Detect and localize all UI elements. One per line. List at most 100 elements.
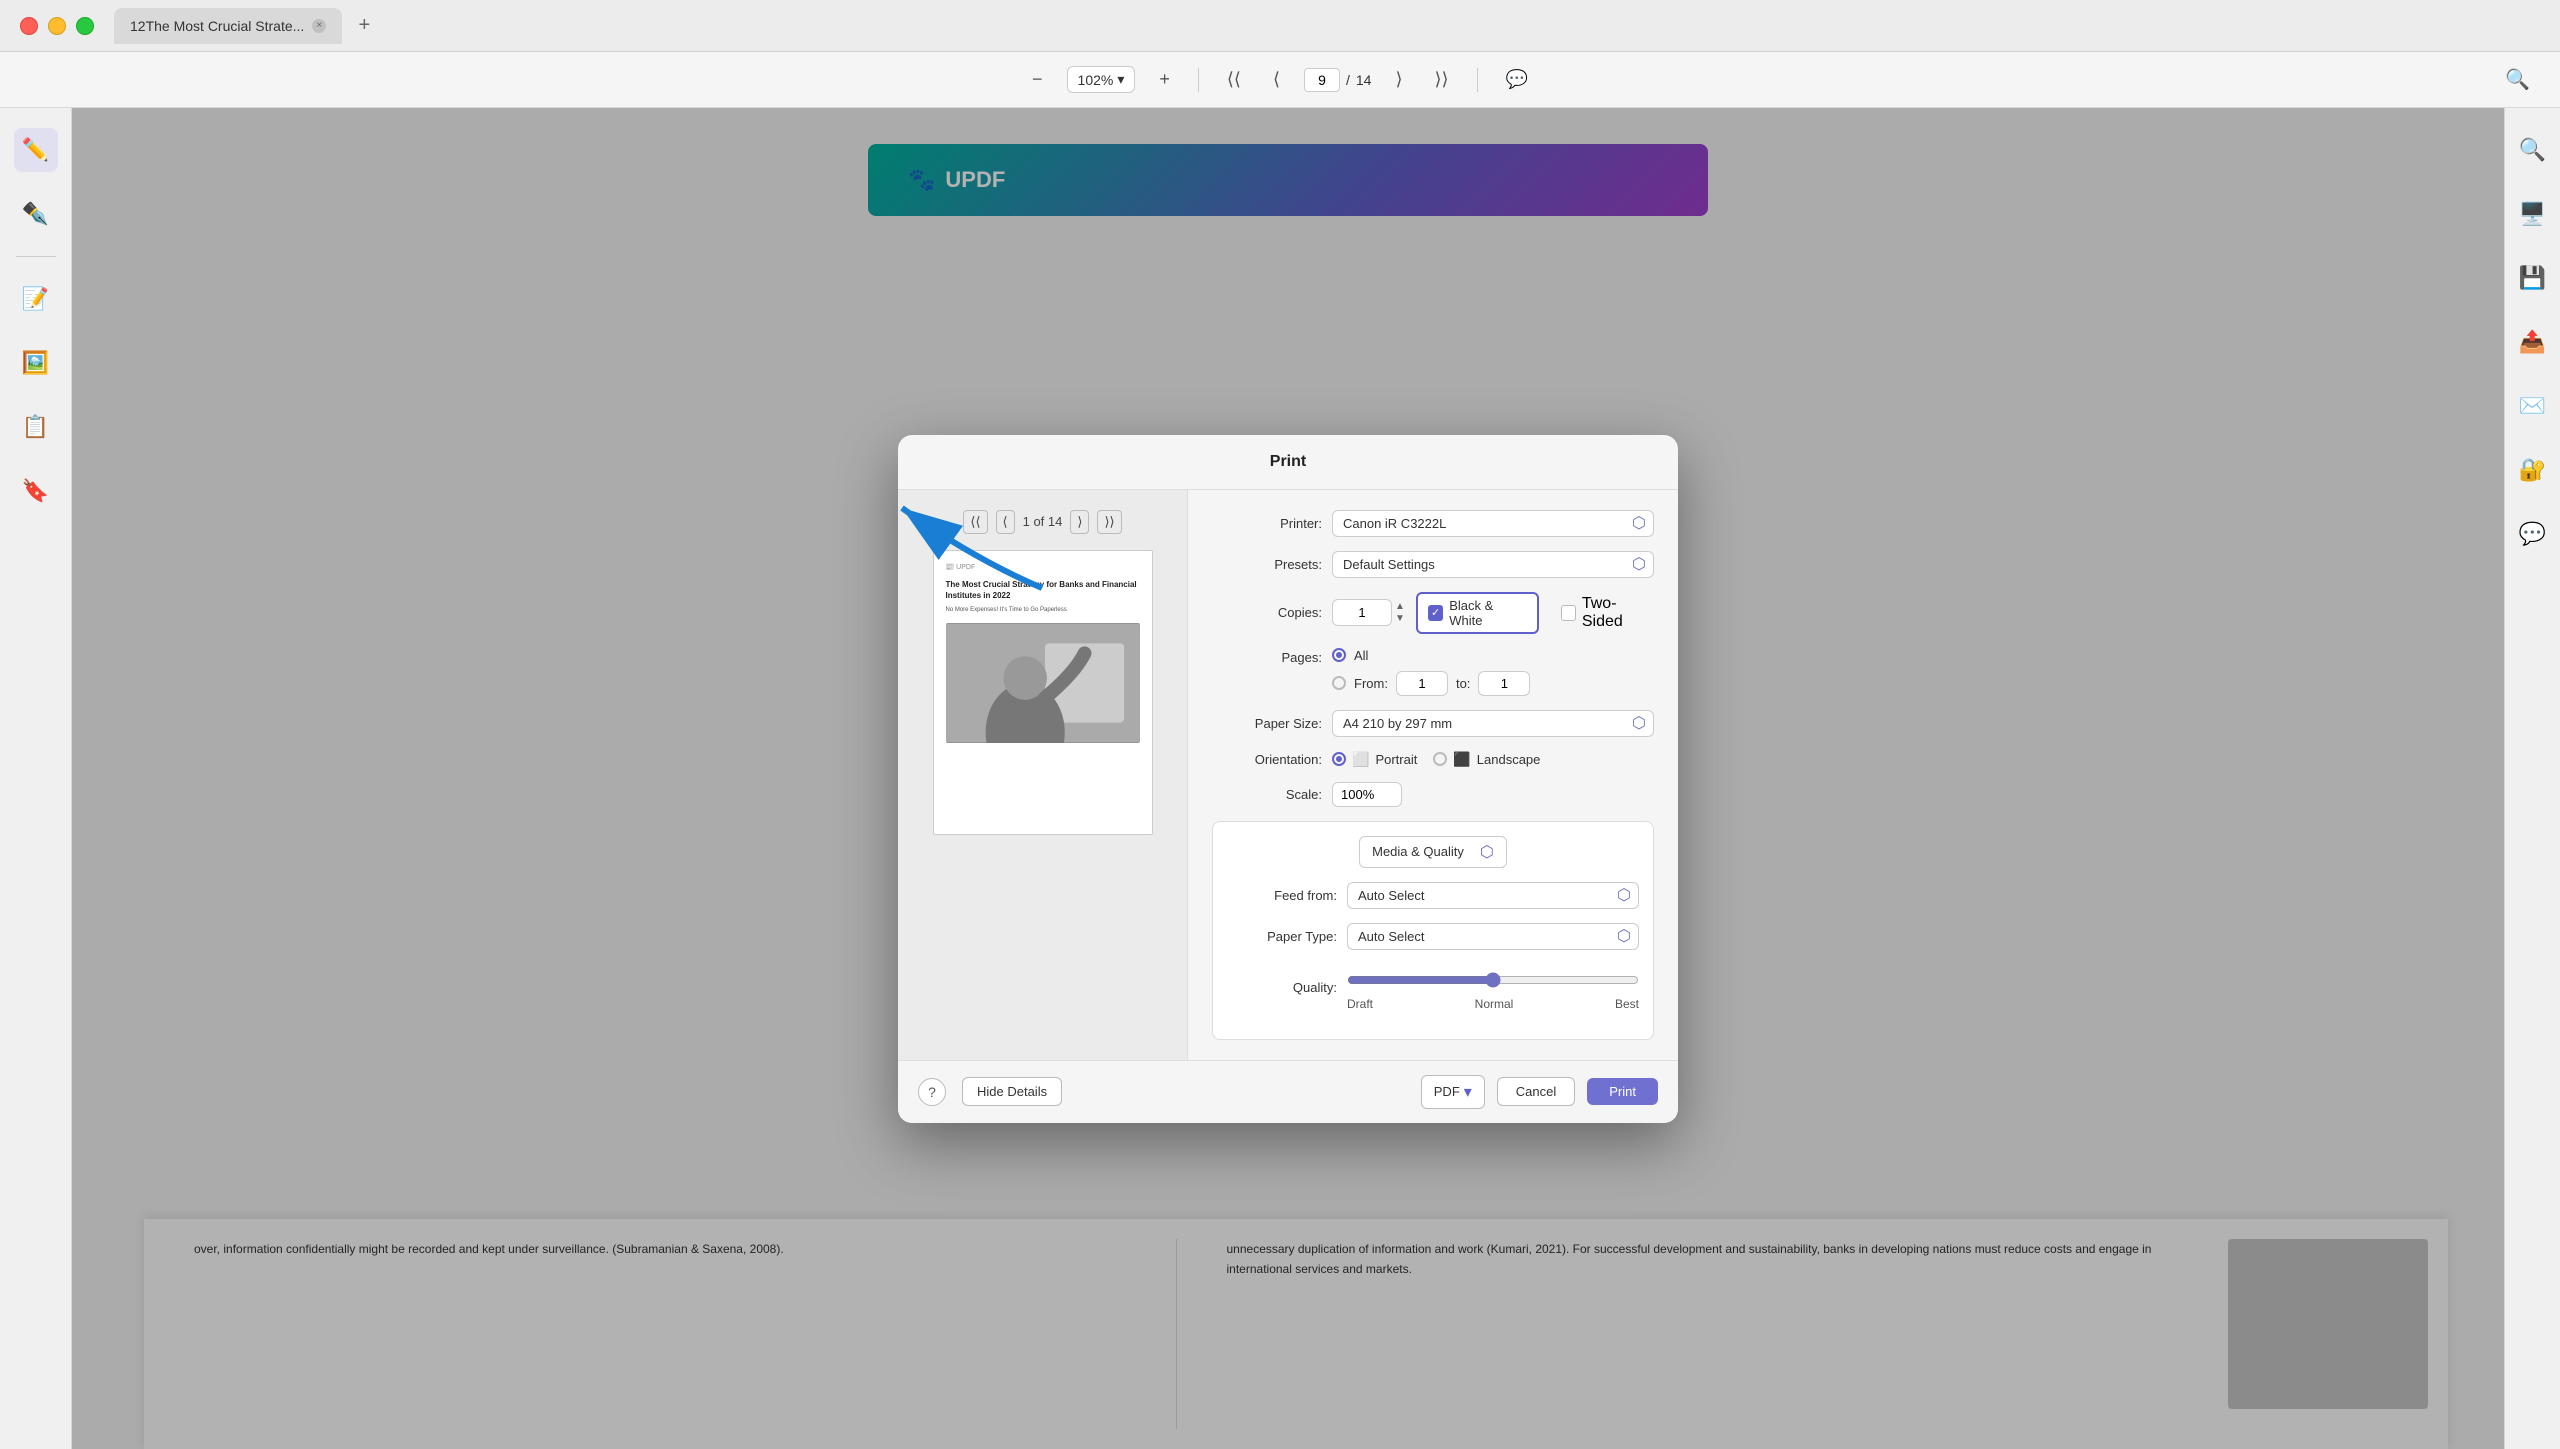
dialog-body: ⟨⟨ ⟨ 1 of 14 ⟩ ⟩⟩ 📰 UPDF The Most Crucia… [898,490,1678,1060]
right-sidebar-icon-mail[interactable]: ✉️ [2511,384,2555,428]
page-display: / 14 [1304,68,1371,92]
main-layout: ✏️ ✒️ 📝 🖼️ 📋 🔖 🐾 UPDF o [0,108,2560,1449]
range-inputs: From: to: [1354,671,1530,696]
feed-from-row: Feed from: Auto Select ⬡ [1227,882,1639,909]
tab-title: 12The Most Crucial Strate... [130,18,304,34]
sidebar-icon-pages[interactable]: 📋 [14,405,58,449]
prev-page-button[interactable]: ⟨ [1265,65,1288,94]
mq-header: Media & Quality ⬡ [1227,836,1639,868]
scale-input[interactable] [1332,782,1402,807]
new-tab-button[interactable]: + [350,12,378,40]
pages-row: Pages: All From: [1212,648,1654,696]
search-icon[interactable]: 🔍 [2505,67,2530,92]
presets-label: Presets: [1212,557,1322,572]
last-page-button[interactable]: ⟩⟩ [1426,65,1456,94]
dialog-footer: ? Hide Details PDF ▾ Cancel Print [898,1060,1678,1123]
sidebar-icon-bookmark[interactable]: 🔖 [14,469,58,513]
dialog-overlay: Print ⟨⟨ ⟨ 1 of 14 ⟩ ⟩⟩ [72,108,2504,1449]
landscape-option[interactable]: ⬛ Landscape [1433,751,1540,768]
preview-next-btn[interactable]: ⟩ [1070,510,1089,534]
paper-type-select[interactable]: Auto Select [1347,923,1639,950]
first-page-button[interactable]: ⟨⟨ [1219,65,1249,94]
from-input[interactable] [1396,671,1448,696]
portrait-radio[interactable] [1332,752,1346,766]
toolbar-divider-1 [1198,68,1199,92]
presets-select[interactable]: Default Settings [1332,551,1654,578]
print-button[interactable]: Print [1587,1078,1658,1105]
two-sided-checkbox[interactable] [1561,605,1576,621]
toolbar: − 102% ▾ + ⟨⟨ ⟨ / 14 ⟩ ⟩⟩ 💬 🔍 [0,52,2560,108]
content-area: 🐾 UPDF over, information confidentially … [72,108,2504,1449]
right-sidebar-icon-comment[interactable]: 💬 [2511,512,2555,556]
minimize-button[interactable] [48,17,66,35]
bw-label: Black & White [1449,598,1526,628]
sidebar-icon-edit[interactable]: ✏️ [14,128,58,172]
toolbar-divider-2 [1477,68,1478,92]
scale-row: Scale: [1212,782,1654,807]
sidebar-icon-annotate[interactable]: 📝 [14,277,58,321]
to-input[interactable] [1478,671,1530,696]
printer-select[interactable]: Canon iR C3222L [1332,510,1654,537]
zoom-in-button[interactable]: + [1151,65,1178,94]
orientation-row: Orientation: ⬜ Portrait [1212,751,1654,768]
paper-type-label: Paper Type: [1227,929,1337,944]
right-sidebar-icon-save[interactable]: 💾 [2511,256,2555,300]
landscape-radio[interactable] [1433,752,1447,766]
bw-checkbox-wrapper[interactable]: ✓ Black & White [1416,592,1539,634]
paper-size-select[interactable]: A4 210 by 297 mm [1332,710,1654,737]
pdf-dropdown-arrow: ▾ [1464,1082,1472,1102]
preview-prev-btn[interactable]: ⟨ [996,510,1015,534]
pages-all-radio[interactable] [1332,648,1346,662]
sidebar-icon-image[interactable]: 🖼️ [14,341,58,385]
tab-close-button[interactable]: × [312,19,326,33]
paper-size-row: Paper Size: A4 210 by 297 mm ⬡ [1212,710,1654,737]
landscape-icon: ⬛ [1453,751,1470,768]
quality-slider[interactable] [1347,972,1639,988]
active-tab[interactable]: 12The Most Crucial Strate... × [114,8,342,44]
paper-size-select-wrapper: A4 210 by 297 mm ⬡ [1332,710,1654,737]
preview-doc-title: The Most Crucial Strategy for Banks and … [946,579,1140,601]
copies-down-button[interactable]: ▼ [1394,613,1406,625]
pages-range-radio[interactable] [1332,676,1346,690]
maximize-button[interactable] [76,17,94,35]
preview-first-btn[interactable]: ⟨⟨ [963,510,987,534]
quality-labels: Draft Normal Best [1347,997,1639,1011]
zoom-value: 102% [1078,72,1114,88]
preview-nav: ⟨⟨ ⟨ 1 of 14 ⟩ ⟩⟩ [963,510,1121,534]
cancel-button[interactable]: Cancel [1497,1077,1575,1106]
orientation-label: Orientation: [1212,752,1322,767]
copies-row: Copies: ▲ ▼ ✓ [1212,592,1654,634]
landscape-label: Landscape [1477,752,1541,767]
hide-details-button[interactable]: Hide Details [962,1077,1062,1106]
to-label: to: [1456,676,1470,691]
pages-all-row: All [1332,648,1530,663]
zoom-display[interactable]: 102% ▾ [1067,66,1136,93]
portrait-option[interactable]: ⬜ Portrait [1332,751,1417,768]
pdf-button[interactable]: PDF ▾ [1421,1075,1485,1109]
right-sidebar-icon-export[interactable]: 📤 [2511,320,2555,364]
right-sidebar-icon-display[interactable]: 🖥️ [2511,192,2555,236]
preview-last-btn[interactable]: ⟩⟩ [1097,510,1121,534]
quality-best-label: Best [1615,997,1639,1011]
copies-input[interactable] [1332,599,1392,626]
comment-button[interactable]: 💬 [1498,65,1536,94]
feed-from-select[interactable]: Auto Select [1347,882,1639,909]
help-button[interactable]: ? [918,1078,946,1106]
copies-up-button[interactable]: ▲ [1394,601,1406,613]
page-number-input[interactable] [1304,68,1340,92]
close-button[interactable] [20,17,38,35]
preview-thumbnail: 📰 UPDF The Most Crucial Strategy for Ban… [933,550,1153,835]
right-sidebar-icon-search[interactable]: 🔍 [2511,128,2555,172]
app-window: 12The Most Crucial Strate... × + − 102% … [0,0,2560,1449]
right-sidebar-icon-security[interactable]: 🔐 [2511,448,2555,492]
copies-stepper: ▲ ▼ [1394,601,1406,625]
next-page-button[interactable]: ⟩ [1387,65,1410,94]
pages-section: All From: to: [1332,648,1530,696]
preview-panel: ⟨⟨ ⟨ 1 of 14 ⟩ ⟩⟩ 📰 UPDF The Most Crucia… [898,490,1188,1060]
dialog-title: Print [898,435,1678,490]
mq-dropdown[interactable]: Media & Quality ⬡ [1359,836,1507,868]
zoom-out-button[interactable]: − [1024,65,1051,94]
sidebar-icon-draw[interactable]: ✒️ [14,192,58,236]
traffic-lights [20,17,94,35]
paper-type-row: Paper Type: Auto Select ⬡ [1227,923,1639,950]
